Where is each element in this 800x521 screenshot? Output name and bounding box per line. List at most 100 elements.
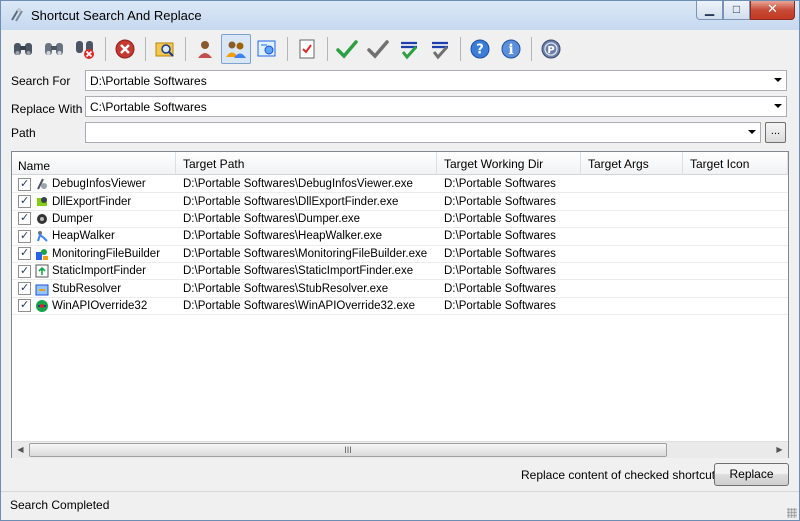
svg-text:P: P	[547, 45, 554, 56]
winapi-override-icon	[35, 299, 49, 313]
uncheck-all-icon	[367, 40, 389, 59]
window-title: Shortcut Search And Replace	[31, 8, 202, 23]
row-checkbox[interactable]	[18, 282, 31, 296]
search-folder-button[interactable]	[150, 34, 180, 64]
clear-search-button[interactable]	[70, 34, 100, 64]
row-target-path: D:\Portable Softwares\Dumper.exe	[183, 212, 361, 225]
help-icon: ?	[470, 39, 490, 59]
table-row[interactable]: DebugInfosViewer D:\Portable Softwares\D…	[12, 176, 788, 194]
scroll-left-icon[interactable]: ◀	[12, 442, 29, 458]
debug-viewer-icon	[35, 177, 49, 191]
caption-buttons: ▁ □ ✕	[696, 1, 795, 21]
table-row[interactable]: Dumper D:\Portable Softwares\Dumper.exe …	[12, 211, 788, 229]
search-for-combo[interactable]: D:\Portable Softwares	[85, 70, 787, 91]
row-target-path: D:\Portable Softwares\StaticImportFinder…	[183, 265, 414, 278]
horizontal-scrollbar[interactable]: ◀ III ▶	[12, 441, 788, 458]
scroll-right-icon[interactable]: ▶	[771, 442, 788, 458]
column-header-target-path[interactable]: Target Path	[176, 152, 437, 175]
check-selected-icon	[401, 41, 418, 60]
browse-path-button[interactable]: ...	[765, 122, 786, 143]
table-row[interactable]: MonitoringFileBuilder D:\Portable Softwa…	[12, 246, 788, 263]
minimize-button[interactable]: ▁	[696, 1, 723, 20]
table-row[interactable]: WinAPIOverride32 D:\Portable Softwares\W…	[12, 298, 788, 316]
main-window: Shortcut Search And Replace ▁ □ ✕ ? i P …	[0, 0, 800, 521]
help-button[interactable]: ?	[465, 34, 495, 64]
close-button[interactable]: ✕	[750, 1, 795, 20]
row-checkbox[interactable]	[18, 229, 31, 243]
dropdown-arrow-icon[interactable]	[748, 130, 756, 134]
toolbar-separator	[105, 37, 106, 61]
uncheck-selected-button[interactable]	[425, 34, 455, 64]
table-row[interactable]: StubResolver D:\Portable Softwares\StubR…	[12, 280, 788, 298]
row-name: StubResolver	[52, 282, 122, 295]
replace-with-value: C:\Portable Softwares	[90, 100, 207, 114]
row-checkbox[interactable]	[18, 212, 31, 226]
stop-button[interactable]	[110, 34, 140, 64]
row-working-dir: D:\Portable Softwares	[444, 195, 556, 208]
check-all-button[interactable]	[332, 34, 362, 64]
table-row[interactable]: StaticImportFinder D:\Portable Softwares…	[12, 263, 788, 281]
row-working-dir: D:\Portable Softwares	[444, 178, 556, 191]
dropdown-arrow-icon[interactable]	[774, 104, 782, 108]
checklist-button[interactable]	[292, 34, 322, 64]
checklist-icon	[299, 39, 315, 59]
replace-hint-label: Replace content of checked shortcuts	[521, 468, 722, 482]
check-selected-button[interactable]	[394, 34, 424, 64]
column-header-target-args[interactable]: Target Args	[581, 152, 683, 175]
path-combo[interactable]	[85, 122, 761, 143]
row-working-dir: D:\Portable Softwares	[444, 247, 556, 260]
row-target-path: D:\Portable Softwares\HeapWalker.exe	[183, 230, 382, 243]
table-row[interactable]: HeapWalker D:\Portable Softwares\HeapWal…	[12, 228, 788, 246]
maximize-button[interactable]: □	[723, 1, 750, 20]
uncheck-all-button[interactable]	[363, 34, 393, 64]
row-name: WinAPIOverride32	[52, 299, 148, 312]
monitoring-builder-icon	[35, 247, 49, 261]
search-folder-icon	[155, 42, 174, 57]
row-working-dir: D:\Portable Softwares	[444, 299, 556, 312]
row-target-path: D:\Portable Softwares\DllExportFinder.ex…	[183, 195, 399, 208]
row-checkbox[interactable]	[18, 264, 31, 278]
options-icon	[257, 40, 276, 57]
donate-button[interactable]: P	[536, 34, 566, 64]
options-button[interactable]	[252, 34, 282, 64]
row-checkbox[interactable]	[18, 177, 31, 191]
row-name: MonitoringFileBuilder	[52, 247, 161, 260]
donate-icon: P	[541, 39, 561, 59]
search-button[interactable]	[8, 34, 38, 64]
row-working-dir: D:\Portable Softwares	[444, 212, 556, 225]
row-target-path: D:\Portable Softwares\MonitoringFileBuil…	[183, 247, 428, 260]
shortcut-list[interactable]: Name Target Path Target Working Dir Targ…	[11, 151, 789, 458]
heap-walker-icon	[35, 229, 49, 243]
row-checkbox[interactable]	[18, 299, 31, 313]
replace-with-combo[interactable]: C:\Portable Softwares	[85, 96, 787, 117]
info-icon: i	[501, 39, 521, 59]
dropdown-arrow-icon[interactable]	[774, 78, 782, 82]
row-name: StaticImportFinder	[52, 265, 146, 278]
resize-grip-icon[interactable]	[787, 508, 797, 518]
svg-text:i: i	[508, 42, 513, 58]
row-checkbox[interactable]	[18, 195, 31, 209]
path-label: Path	[11, 126, 36, 140]
title-bar[interactable]: Shortcut Search And Replace ▁ □ ✕	[1, 1, 799, 30]
toolbar: ? i P	[8, 32, 567, 66]
table-row[interactable]: DllExportFinder D:\Portable Softwares\Dl…	[12, 193, 788, 211]
binoculars-icon	[14, 43, 32, 55]
column-header-working-dir[interactable]: Target Working Dir	[437, 152, 581, 175]
scroll-thumb[interactable]: III	[29, 443, 667, 457]
row-name: HeapWalker	[52, 230, 115, 243]
toolbar-separator	[460, 37, 461, 61]
row-checkbox[interactable]	[18, 247, 31, 261]
column-header-target-icon[interactable]: Target Icon	[683, 152, 788, 175]
minimize-icon: ▁	[704, 2, 715, 16]
row-working-dir: D:\Portable Softwares	[444, 230, 556, 243]
current-user-button[interactable]	[190, 34, 220, 64]
stub-resolver-icon	[35, 282, 49, 296]
stop-icon	[115, 39, 135, 59]
status-bar: Search Completed	[1, 491, 799, 520]
uncheck-selected-icon	[432, 41, 449, 60]
all-users-button[interactable]	[221, 34, 251, 64]
search-next-button[interactable]	[39, 34, 69, 64]
about-button[interactable]: i	[496, 34, 526, 64]
column-header-name[interactable]: Name	[12, 152, 176, 175]
replace-button[interactable]: Replace	[714, 463, 789, 486]
